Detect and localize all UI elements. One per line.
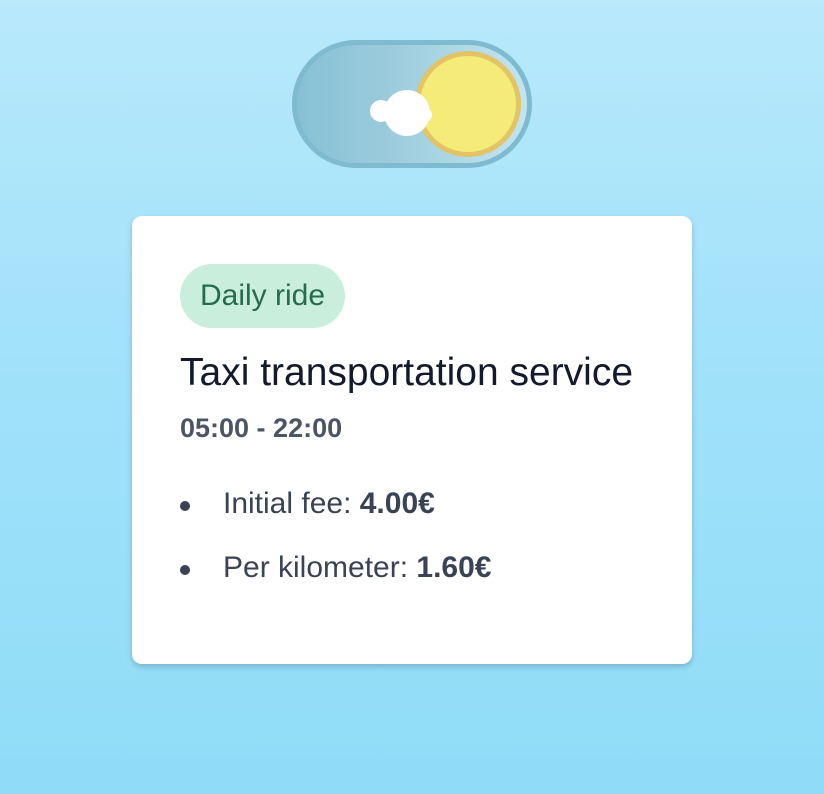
ride-card: Daily ride Taxi transportation service 0… bbox=[132, 216, 692, 664]
fee-label: Per kilometer: bbox=[223, 551, 417, 584]
fee-value: 1.60€ bbox=[416, 551, 492, 584]
fee-label: Initial fee: bbox=[223, 487, 360, 520]
cloud-puff-edge bbox=[418, 108, 432, 122]
cloud-icon bbox=[292, 40, 532, 168]
fee-value: 4.00€ bbox=[359, 487, 435, 520]
service-hours: 05:00 - 22:00 bbox=[180, 413, 343, 443]
fee-item-per-kilometer: Per kilometer: 1.60€ bbox=[180, 548, 644, 588]
ride-type-badge: Daily ride bbox=[180, 264, 346, 328]
service-title: Taxi transportation service bbox=[180, 351, 634, 394]
bullet-icon bbox=[180, 501, 190, 511]
fee-item-initial: Initial fee: 4.00€ bbox=[180, 484, 644, 524]
bullet-icon bbox=[180, 565, 190, 575]
fee-list: Initial fee: 4.00€ Per kilometer: 1.60€ bbox=[180, 484, 644, 588]
day-night-toggle[interactable] bbox=[292, 40, 532, 168]
